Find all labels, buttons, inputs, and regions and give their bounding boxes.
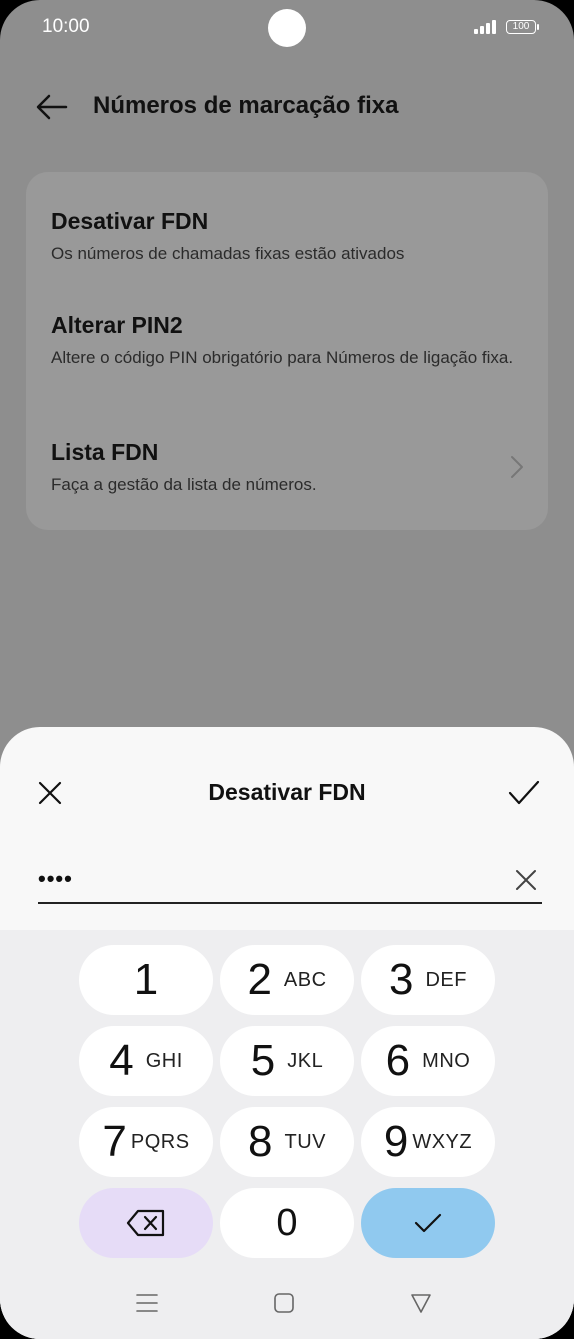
dialog-title: Desativar FDN <box>208 779 366 805</box>
key-letters: PQRS <box>130 1130 190 1153</box>
signal-icon <box>474 20 496 34</box>
backspace-icon <box>126 1209 165 1237</box>
key-7[interactable]: 7 PQRS <box>79 1107 213 1177</box>
menu-item-disable-fdn[interactable]: Desativar FDN Os números de chamadas fix… <box>51 208 523 267</box>
menu-item-change-pin2[interactable]: Alterar PIN2 Altere o código PIN obrigat… <box>51 312 523 371</box>
key-digit: 4 <box>109 1036 134 1085</box>
clear-icon[interactable] <box>515 869 537 891</box>
key-digit: 1 <box>133 955 159 1004</box>
key-letters: DEF <box>425 968 467 991</box>
menu-item-title: Lista FDN <box>51 439 159 465</box>
menu-item-title: Alterar PIN2 <box>51 312 183 338</box>
key-digit: 8 <box>248 1117 273 1166</box>
key-letters: GHI <box>145 1049 183 1072</box>
key-digit: 6 <box>385 1036 411 1085</box>
camera-cutout <box>268 9 306 47</box>
page-title: Números de marcação fixa <box>93 92 399 119</box>
key-digit: 2 <box>247 955 272 1004</box>
key-digit: 7 <box>102 1117 127 1166</box>
key-8[interactable]: 8 TUV <box>220 1107 354 1177</box>
check-icon[interactable] <box>508 779 540 807</box>
home-icon[interactable] <box>271 1290 297 1316</box>
pin-input[interactable]: •••• <box>38 866 73 892</box>
key-2[interactable]: 2 ABC <box>220 945 354 1015</box>
key-digit: 5 <box>250 1036 276 1085</box>
numeric-keypad: 1 2 ABC 3 DEF 4 GHI 5 JKL 6 MNO 7 PQRS 8… <box>0 930 574 1339</box>
key-letters: WXYZ <box>412 1130 473 1153</box>
menu-item-subtitle: Faça a gestão da lista de números. <box>51 475 317 494</box>
key-letters: MNO <box>422 1049 471 1072</box>
menu-item-fdn-list[interactable]: Lista FDN Faça a gestão da lista de núme… <box>51 439 523 498</box>
key-3[interactable]: 3 DEF <box>361 945 495 1015</box>
key-0[interactable]: 0 <box>220 1188 354 1258</box>
delete-button[interactable] <box>79 1188 213 1258</box>
settings-card: Desativar FDN Os números de chamadas fix… <box>26 172 548 530</box>
key-letters: JKL <box>287 1049 324 1072</box>
key-digit: 3 <box>389 955 414 1004</box>
key-digit: 0 <box>276 1201 298 1244</box>
key-6[interactable]: 6 MNO <box>361 1026 495 1096</box>
back-triangle-icon[interactable] <box>408 1290 434 1316</box>
arrow-left-icon[interactable] <box>36 93 68 121</box>
menu-item-title: Desativar FDN <box>51 208 209 234</box>
chevron-right-icon <box>511 456 523 478</box>
key-9[interactable]: 9 WXYZ <box>361 1107 495 1177</box>
key-letters: ABC <box>283 968 327 991</box>
menu-item-subtitle: Os números de chamadas fixas estão ativa… <box>51 244 405 263</box>
menu-icon[interactable] <box>134 1290 160 1316</box>
key-1[interactable]: 1 <box>79 945 213 1015</box>
key-letters: TUV <box>284 1130 326 1153</box>
menu-item-subtitle: Altere o código PIN obrigatório para Núm… <box>51 348 514 367</box>
key-4[interactable]: 4 GHI <box>79 1026 213 1096</box>
confirm-button[interactable] <box>361 1188 495 1258</box>
pin-dialog: Desativar FDN •••• 1 2 ABC 3 DEF 4 GHI 5… <box>0 727 574 1339</box>
pin-input-underline <box>38 902 542 904</box>
key-5[interactable]: 5 JKL <box>220 1026 354 1096</box>
check-icon <box>414 1213 442 1233</box>
battery-icon: 100 <box>506 20 539 34</box>
key-digit: 9 <box>383 1117 409 1166</box>
screen: 10:00 100 Números de marcação fixa Desat… <box>0 0 574 1339</box>
status-time: 10:00 <box>42 16 90 37</box>
